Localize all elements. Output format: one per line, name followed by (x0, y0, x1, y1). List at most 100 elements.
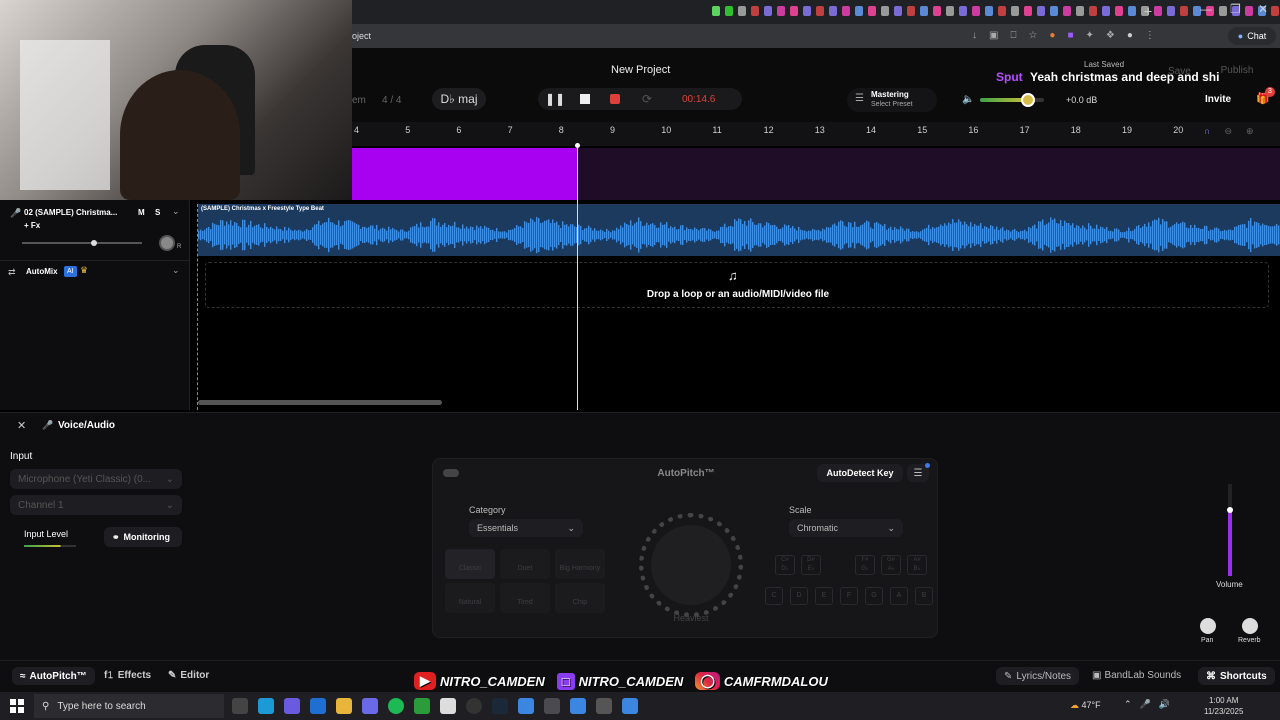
preset-classic[interactable]: Classic (445, 549, 495, 579)
tab-favicons[interactable] (712, 6, 1280, 18)
recorded-region[interactable] (352, 148, 577, 200)
minimize-icon[interactable]: — (1200, 2, 1212, 16)
timeline-ruler[interactable]: 4 5 6 7 8 9 10 11 12 13 14 15 16 17 18 19 20 (352, 122, 1280, 146)
copilot-app-icon[interactable] (284, 698, 300, 714)
start-icon[interactable] (10, 699, 24, 713)
twitch-ext-icon[interactable]: ■ (1067, 30, 1073, 41)
footer-tab-autopitch[interactable]: ≈ AutoPitch™ (12, 667, 95, 685)
profile-avatar[interactable]: ● (1127, 30, 1133, 41)
discord-icon[interactable] (362, 698, 378, 714)
mute-button[interactable]: M (138, 208, 145, 217)
zoom-out-icon[interactable]: ⊖ (1224, 126, 1232, 137)
menu-icon[interactable]: ⋮ (1145, 30, 1155, 41)
category-select[interactable]: Essentials ⌄ (469, 519, 583, 537)
app-icon-a[interactable] (518, 698, 534, 714)
accidental-key[interactable]: G# A♭ (881, 555, 901, 575)
steam-icon[interactable] (492, 698, 508, 714)
project-title[interactable]: New Project (611, 64, 670, 76)
audio-clip[interactable]: (SAMPLE) Christmas x Freestyle Type Beat (198, 204, 1280, 256)
taskbar-search[interactable]: ⚲ Type here to search (34, 694, 224, 718)
obs-icon[interactable] (466, 698, 482, 714)
bandlab-sounds-button[interactable]: ▣ BandLab Sounds (1092, 670, 1181, 681)
master-volume-slider[interactable] (980, 93, 1044, 107)
key-button-a[interactable]: A (890, 587, 908, 605)
address-bar[interactable]: oject ↓ ▣ ⎕ ☆ ● ■ ✦ ❖ ● ⋮ ● Chat (352, 24, 1280, 48)
autodetect-key-button[interactable]: AutoDetect Key (817, 464, 903, 482)
explorer-icon[interactable] (336, 698, 352, 714)
chevron-up-icon[interactable]: ⌃ (1124, 699, 1132, 710)
screenshot-icon[interactable]: ▣ (989, 30, 998, 41)
cast-icon[interactable]: ⎕ (1010, 30, 1016, 41)
weather[interactable]: ☁ 47°F (1070, 700, 1101, 711)
stop-button[interactable] (580, 94, 590, 104)
speaker-icon[interactable]: 🔈 (962, 94, 974, 105)
app-icon-e[interactable] (622, 698, 638, 714)
puzzle-icon[interactable]: ✦ (1086, 30, 1094, 41)
channel-select[interactable]: Channel 1 ⌄ (10, 495, 182, 515)
spotify-icon[interactable] (388, 698, 404, 714)
invite-button[interactable]: Invite (1205, 94, 1231, 105)
mic-select[interactable]: Microphone (Yeti Classic) (0... ⌄ (10, 469, 182, 489)
footer-tab-effects[interactable]: f𝟷 Effects (104, 670, 151, 681)
chevron-down-icon[interactable]: ⌄ (172, 206, 180, 217)
loop-button[interactable]: ⟳ (638, 90, 656, 108)
key-button-c[interactable]: C (765, 587, 783, 605)
drop-zone[interactable]: ♫ Drop a loop or an audio/MIDI/video fil… (205, 262, 1269, 308)
key-button-g[interactable]: G (865, 587, 883, 605)
shortcuts-button[interactable]: ⌘ Shortcuts (1198, 667, 1275, 685)
system-tray[interactable]: ⌃ 🎤 🔊 (1124, 699, 1170, 710)
download-icon[interactable]: ↓ (972, 30, 977, 41)
key-button-b[interactable]: B (915, 587, 933, 605)
record-button[interactable] (610, 94, 620, 104)
track-volume-slider[interactable] (22, 240, 142, 246)
playhead[interactable] (577, 146, 578, 410)
lyrics-notes-button[interactable]: ✎ Lyrics/Notes (996, 667, 1080, 685)
pan-dial[interactable] (1200, 618, 1216, 634)
scale-select[interactable]: Chromatic ⌄ (789, 519, 903, 537)
mic-tray-icon[interactable]: 🎤 (1140, 699, 1151, 710)
master-volume-knob[interactable] (1021, 93, 1035, 107)
app-icon-c[interactable] (570, 698, 586, 714)
monitoring-button[interactable]: ⚭ Monitoring (104, 527, 182, 547)
preset-chip[interactable]: Chip (555, 583, 605, 613)
volume-tray-icon[interactable]: 🔊 (1159, 699, 1170, 710)
xbox-icon[interactable] (414, 698, 430, 714)
preset-tired[interactable]: Tired (500, 583, 550, 613)
edge-icon[interactable] (258, 698, 274, 714)
app-icon-b[interactable] (544, 698, 560, 714)
accidental-key[interactable]: C# D♭ (775, 555, 795, 575)
volume-fader-knob[interactable] (1227, 506, 1233, 513)
pan-knob[interactable] (159, 235, 175, 251)
accidental-key[interactable]: D# E♭ (801, 555, 821, 575)
zoom-in-icon[interactable]: ⊕ (1246, 126, 1254, 137)
pause-button[interactable]: ❚❚ (545, 90, 565, 108)
extensions-icon[interactable]: ❖ (1106, 30, 1115, 41)
volume-fader[interactable] (1227, 484, 1233, 576)
automix-label[interactable]: AutoMix (26, 267, 58, 276)
track-volume-knob[interactable] (91, 240, 97, 246)
footer-tab-editor[interactable]: ✎ Editor (168, 670, 209, 681)
chat-button[interactable]: ● Chat (1228, 27, 1276, 45)
clock[interactable]: 1:00 AM 11/23/2025 (1204, 695, 1243, 717)
restore-icon[interactable]: ❐ (1230, 2, 1241, 16)
preset-natural[interactable]: Natural (445, 583, 495, 613)
solo-button[interactable]: S (155, 208, 160, 217)
task-view-icon[interactable] (232, 698, 248, 714)
close-panel-icon[interactable]: ✕ (17, 419, 26, 432)
preset-big-harmony[interactable]: Big Harmony (555, 549, 605, 579)
close-icon[interactable]: ✕ (1258, 2, 1268, 16)
track-name[interactable]: 02 (SAMPLE) Christma... (24, 208, 117, 217)
files-icon[interactable] (440, 698, 456, 714)
accidental-key[interactable]: A# B♭ (907, 555, 927, 575)
new-tab-icon[interactable]: + (1144, 3, 1152, 19)
magnet-icon[interactable]: ∩ (1204, 126, 1210, 137)
mastering-button[interactable]: ☰ Mastering Select Preset (847, 88, 937, 112)
preset-duet[interactable]: Duet (500, 549, 550, 579)
key-button-f[interactable]: F (840, 587, 858, 605)
automix-chevron-icon[interactable]: ⌄ (172, 265, 180, 276)
bookmark-icon[interactable]: ☆ (1028, 30, 1037, 41)
playhead-head[interactable] (575, 143, 580, 148)
reverb-dial[interactable] (1242, 618, 1258, 634)
horizontal-scrollbar[interactable] (198, 400, 442, 405)
extension-icon[interactable]: ● (1049, 30, 1055, 41)
